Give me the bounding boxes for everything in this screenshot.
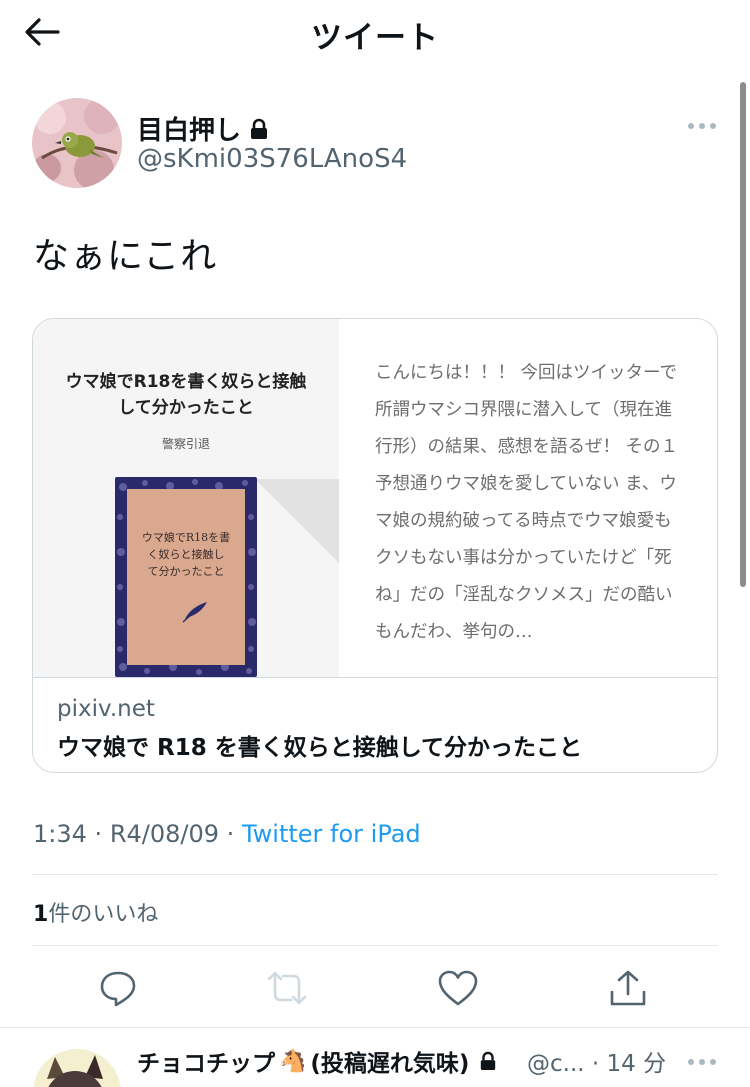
next-tweet-handle[interactable]: @c... xyxy=(527,1051,585,1077)
more-icon xyxy=(688,123,694,129)
more-icon-dot xyxy=(699,1059,705,1065)
next-more-options-button[interactable] xyxy=(682,1048,722,1076)
page-title: ツイート xyxy=(311,20,439,56)
likes-label: 件のいいね xyxy=(48,902,159,927)
more-icon-dot xyxy=(710,123,716,129)
cover-title: ウマ娘でR18を書く奴らと接触 して分かったこと xyxy=(33,369,339,421)
divider xyxy=(32,945,718,946)
share-icon xyxy=(610,970,646,1006)
more-icon-dot xyxy=(699,123,705,129)
likes-count: 1 xyxy=(33,902,49,927)
book-inner: ウマ娘でR18を書 く奴らと接触し て分かったこと xyxy=(127,489,245,665)
lock-icon xyxy=(251,118,268,139)
divider xyxy=(0,1027,750,1028)
card-excerpt: こんにちは！！！ 今回はツイッターで所謂ウマシコ界隈に潜入して（現在進行形）の結… xyxy=(375,363,679,642)
next-avatar-image xyxy=(33,1049,121,1087)
scrollbar[interactable] xyxy=(740,82,746,587)
cover-title-line: して分かったこと xyxy=(118,398,254,418)
retweet-icon xyxy=(267,971,307,1005)
divider xyxy=(32,874,718,875)
more-options-button[interactable] xyxy=(682,112,722,140)
like-icon xyxy=(438,970,478,1006)
horse-emoji-icon: 🐴 xyxy=(279,1048,307,1074)
card-footer: pixiv.net ウマ娘で R18 を書く奴らと接触して分かったこと xyxy=(33,677,717,772)
display-name[interactable]: 目白押し xyxy=(137,110,269,147)
card-thumbnail: ウマ娘でR18を書く奴らと接触 して分かったこと 警察引退 ウマ娘でR18を書 … xyxy=(33,319,339,677)
meta-separator: · xyxy=(226,820,235,848)
link-card[interactable]: ウマ娘でR18を書く奴らと接触 して分かったこと 警察引退 ウマ娘でR18を書 … xyxy=(32,318,718,773)
tweet-date[interactable]: R4/08/09 xyxy=(110,820,219,848)
cover-author: 警察引退 xyxy=(161,437,210,451)
next-tweet-time: · 14 分 xyxy=(591,1051,667,1077)
book-text-line: て分かったこと xyxy=(147,565,225,578)
card-title: ウマ娘で R18 を書く奴らと接触して分かったこと xyxy=(57,735,583,761)
avatar-image xyxy=(32,98,122,188)
book-text-line: ウマ娘でR18を書 xyxy=(141,531,231,544)
more-icon-dot xyxy=(710,1059,716,1065)
display-name-text: 目白押し xyxy=(137,116,242,146)
next-tweet-handle-time: @c... · 14 分 xyxy=(527,1044,666,1078)
tweet-meta: 1:34 · R4/08/09 · Twitter for iPad xyxy=(33,820,421,848)
cover-title-line: ウマ娘でR18を書く奴らと接触 xyxy=(65,372,307,392)
like-button[interactable] xyxy=(436,966,480,1010)
feather-icon xyxy=(182,602,207,623)
next-tweet-avatar[interactable] xyxy=(33,1049,121,1087)
more-icon xyxy=(688,1059,694,1065)
retweet-button[interactable] xyxy=(265,966,309,1010)
next-display-name-suffix: (投稿遅れ気味) xyxy=(310,1051,470,1077)
lock-icon xyxy=(481,1051,496,1070)
tweet-source[interactable]: Twitter for iPad xyxy=(242,820,421,848)
book-text-line: く奴らと接触し xyxy=(147,548,225,561)
reply-icon xyxy=(100,971,136,1007)
book-shadow xyxy=(255,479,339,563)
tweet-time[interactable]: 1:34 xyxy=(33,820,87,848)
next-display-name-text: チョコチップ xyxy=(137,1051,275,1077)
avatar[interactable] xyxy=(32,98,122,188)
next-tweet-display-name[interactable]: チョコチップ 🐴 (投稿遅れ気味) xyxy=(137,1044,497,1078)
meta-separator: · xyxy=(94,820,103,848)
book-text: ウマ娘でR18を書 く奴らと接触し て分かったこと xyxy=(127,529,245,580)
reply-button[interactable] xyxy=(96,966,140,1010)
card-domain: pixiv.net xyxy=(57,696,155,722)
top-bar: ツイート xyxy=(0,0,750,64)
user-handle[interactable]: @sKmi03S76LAnoS4 xyxy=(137,144,407,174)
card-excerpt-panel: こんにちは！！！ 今回はツイッターで所謂ウマシコ界隈に潜入して（現在進行形）の結… xyxy=(339,319,717,677)
book-cover: ウマ娘でR18を書 く奴らと接触し て分かったこと xyxy=(115,477,257,677)
tweet-text: なぁにこれ xyxy=(33,236,218,277)
share-button[interactable] xyxy=(606,966,650,1010)
likes-summary[interactable]: 1件のいいね xyxy=(33,896,158,928)
